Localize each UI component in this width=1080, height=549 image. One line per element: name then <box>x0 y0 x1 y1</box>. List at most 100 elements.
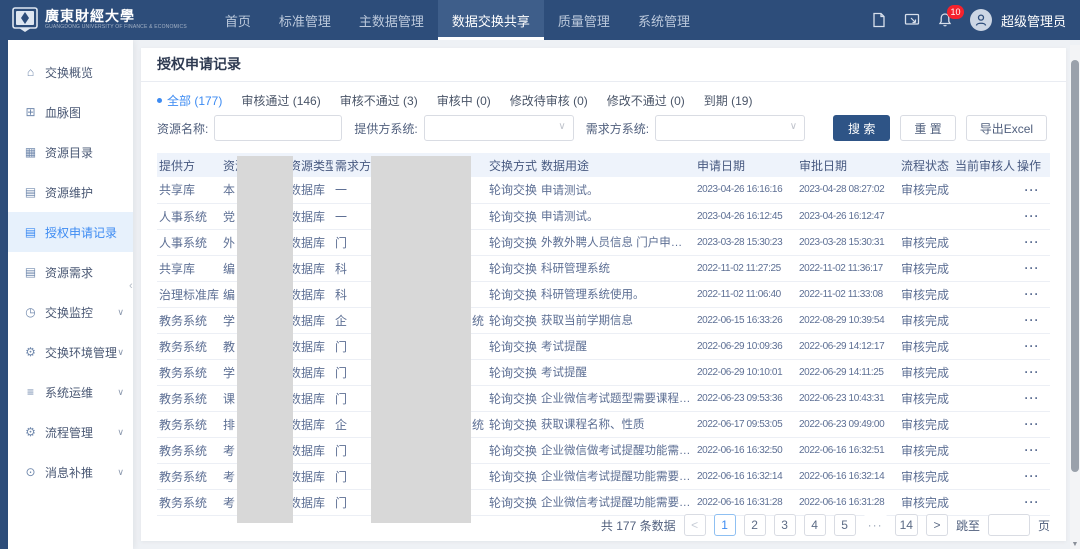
export-excel-button[interactable]: 导出Excel <box>966 115 1047 141</box>
prev-page-button[interactable]: < <box>684 514 706 536</box>
cell-resource-type: 数据库 <box>287 307 333 333</box>
page-button-4[interactable]: 4 <box>804 514 826 536</box>
page-button-1[interactable]: 1 <box>714 514 736 536</box>
cell-process-status: 审核完成 <box>899 463 953 489</box>
document-icon[interactable] <box>871 12 887 28</box>
demand-system-select[interactable] <box>655 115 805 141</box>
sidebar-item-resource-demand[interactable]: ▤ 资源需求 <box>8 252 133 292</box>
next-page-button[interactable]: > <box>926 514 948 536</box>
page-button-3[interactable]: 3 <box>774 514 796 536</box>
tab-modify-rejected[interactable]: 修改不通过 (0) <box>607 92 685 109</box>
row-actions-button[interactable]: ··· <box>1015 307 1050 333</box>
cell-resource-type: 数据库 <box>287 203 333 229</box>
cell-provider: 教务系统 <box>157 411 221 437</box>
tab-expired[interactable]: 到期 (19) <box>704 92 753 109</box>
cell-provider: 教务系统 <box>157 385 221 411</box>
cell-apply-date: 2022-06-29 10:10:01 <box>695 359 797 385</box>
tab-in-review[interactable]: 审核中 (0) <box>437 92 491 109</box>
cell-resource-type: 数据库 <box>287 437 333 463</box>
cell-data-usage: 科研管理系统使用。 <box>539 281 695 307</box>
jump-page-input[interactable] <box>988 514 1030 536</box>
sidebar-item-authorization-records[interactable]: ▤ 授权申请记录 <box>8 212 133 252</box>
tab-approved[interactable]: 审核通过 (146) <box>241 92 320 109</box>
cell-process-status: 审核完成 <box>899 489 953 515</box>
cell-provider: 共享库 <box>157 255 221 281</box>
cell-provider: 人事系统 <box>157 203 221 229</box>
sidebar-item-label: 交换环境管理 <box>45 344 117 361</box>
cell-data-usage: 获取当前学期信息 <box>539 307 695 333</box>
row-actions-button[interactable]: ··· <box>1015 489 1050 515</box>
gear-icon: ⚙ <box>23 425 38 439</box>
cell-apply-date: 2023-04-26 16:16:16 <box>695 177 797 203</box>
page-button-14[interactable]: 14 <box>895 514 918 536</box>
current-user-name[interactable]: 超级管理员 <box>1001 11 1066 30</box>
cell-provider: 教务系统 <box>157 359 221 385</box>
avatar[interactable] <box>970 9 992 31</box>
row-actions-button[interactable]: ··· <box>1015 359 1050 385</box>
row-actions-button[interactable]: ··· <box>1015 177 1050 203</box>
resource-name-input[interactable] <box>214 115 342 141</box>
row-actions-button[interactable]: ··· <box>1015 437 1050 463</box>
row-actions-button[interactable]: ··· <box>1015 463 1050 489</box>
nav-item-data-exchange[interactable]: 数据交换共享 <box>438 0 544 40</box>
scrollbar-track[interactable]: ▼ <box>1070 45 1080 549</box>
tab-modify-pending[interactable]: 修改待审核 (0) <box>510 92 588 109</box>
nav-item-system-mgmt[interactable]: 系统管理 <box>624 0 704 40</box>
column-header: 申请日期 <box>695 153 797 177</box>
cell-process-status: 审核完成 <box>899 177 953 203</box>
nav-item-home[interactable]: 首页 <box>211 0 265 40</box>
sidebar-item-process-mgmt[interactable]: ⚙ 流程管理 ∨ <box>8 412 133 452</box>
nav-item-quality-mgmt[interactable]: 质量管理 <box>544 0 624 40</box>
cell-data-usage: 考试提醒 <box>539 359 695 385</box>
row-actions-button[interactable]: ··· <box>1015 229 1050 255</box>
provider-system-label: 提供方系统: <box>354 120 417 137</box>
row-actions-button[interactable]: ··· <box>1015 333 1050 359</box>
sidebar-item-exchange-monitor[interactable]: ◷ 交换监控 ∨ <box>8 292 133 332</box>
cell-current-auditor <box>953 229 1015 255</box>
column-header: 资源类型 <box>287 153 333 177</box>
sidebar-item-resource-maintenance[interactable]: ▤ 资源维护 <box>8 172 133 212</box>
cell-exchange-method: 轮询交换 <box>487 281 539 307</box>
reset-button[interactable]: 重 置 <box>900 115 955 141</box>
sidebar-item-message-repush[interactable]: ⊙ 消息补推 ∨ <box>8 452 133 492</box>
page-unit-label: 页 <box>1038 517 1050 534</box>
cell-exchange-method: 轮询交换 <box>487 437 539 463</box>
cell-exchange-method: 轮询交换 <box>487 177 539 203</box>
search-button[interactable]: 搜 索 <box>833 115 890 141</box>
page-ellipsis[interactable]: ··· <box>864 514 887 536</box>
sidebar-collapse-toggle[interactable]: ‹ <box>129 280 133 292</box>
page-button-5[interactable]: 5 <box>834 514 856 536</box>
row-actions-button[interactable]: ··· <box>1015 411 1050 437</box>
row-actions-button[interactable]: ··· <box>1015 385 1050 411</box>
tab-all[interactable]: 全部 (177) <box>157 92 222 109</box>
row-actions-button[interactable]: ··· <box>1015 255 1050 281</box>
row-actions-button[interactable]: ··· <box>1015 203 1050 229</box>
nav-item-standard-mgmt[interactable]: 标准管理 <box>265 0 345 40</box>
sidebar-item-label: 交换概览 <box>45 64 93 81</box>
notifications-button[interactable]: 10 <box>937 12 953 28</box>
cell-approve-date: 2022-06-23 09:49:00 <box>797 411 899 437</box>
cell-data-usage: 企业微信考试题型需要课程数据 <box>539 385 695 411</box>
sidebar-item-lineage-graph[interactable]: ⊞ 血脉图 <box>8 92 133 132</box>
sidebar-item-exchange-overview[interactable]: ⌂ 交换概览 <box>8 52 133 92</box>
clock-icon: ◷ <box>23 305 38 319</box>
page-button-2[interactable]: 2 <box>744 514 766 536</box>
cell-current-auditor <box>953 333 1015 359</box>
document-icon: ▤ <box>23 265 38 279</box>
gear-icon: ⚙ <box>23 345 38 359</box>
scroll-down-arrow-icon[interactable]: ▼ <box>1070 541 1080 548</box>
sidebar-item-system-ops[interactable]: ≡ 系统运维 ∨ <box>8 372 133 412</box>
main-nav: 首页 标准管理 主数据管理 数据交换共享 质量管理 系统管理 <box>211 0 704 40</box>
sidebar-item-exchange-env-mgmt[interactable]: ⚙ 交换环境管理 ∨ <box>8 332 133 372</box>
cell-current-auditor <box>953 203 1015 229</box>
tab-rejected[interactable]: 审核不通过 (3) <box>340 92 418 109</box>
cell-current-auditor <box>953 281 1015 307</box>
row-actions-button[interactable]: ··· <box>1015 281 1050 307</box>
sidebar-item-resource-catalog[interactable]: ▦ 资源目录 <box>8 132 133 172</box>
cell-current-auditor <box>953 307 1015 333</box>
university-name: 廣東財經大學 <box>45 10 187 25</box>
screen-share-icon[interactable] <box>904 12 920 28</box>
scrollbar-thumb[interactable] <box>1071 60 1079 472</box>
provider-system-select[interactable] <box>424 115 574 141</box>
nav-item-master-data[interactable]: 主数据管理 <box>345 0 438 40</box>
